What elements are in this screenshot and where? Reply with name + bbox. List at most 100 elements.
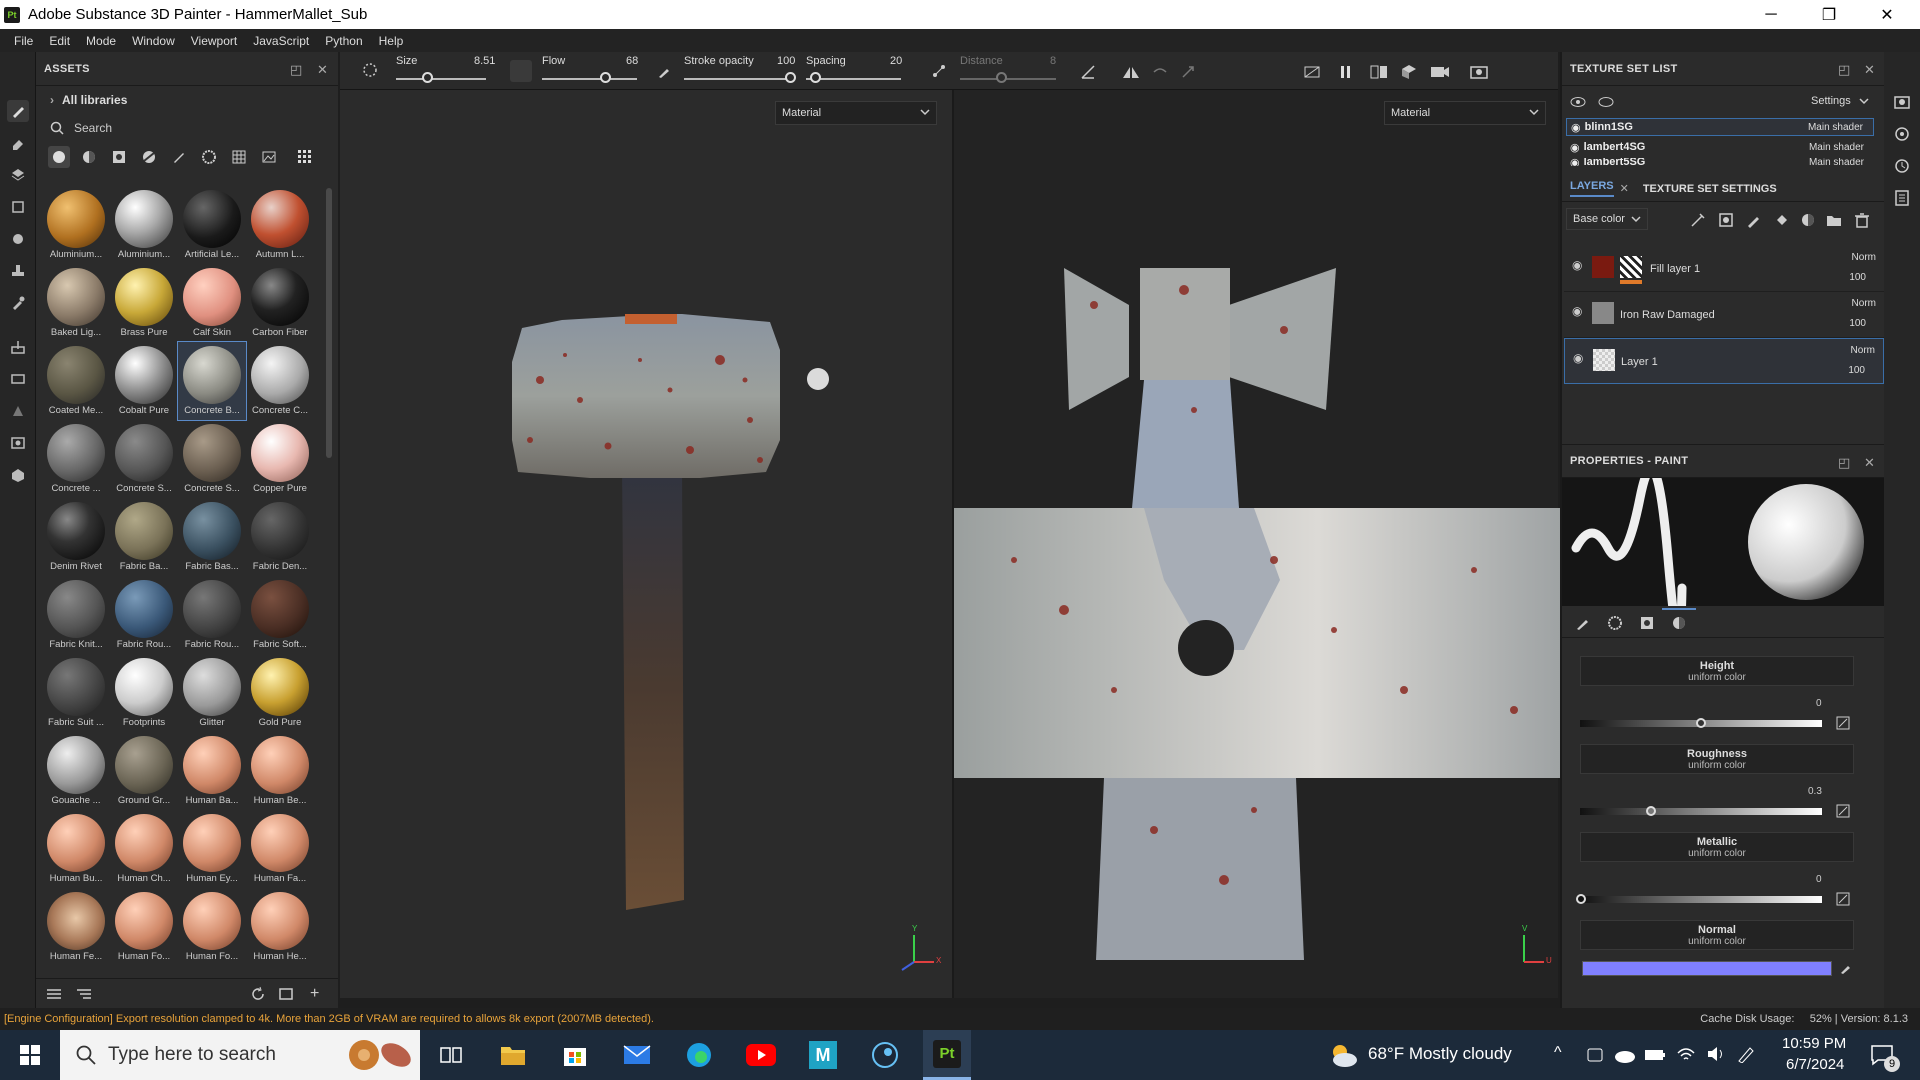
layer-row[interactable]: ◉ Fill layer 1 Norm 100 <box>1564 246 1884 292</box>
taskbar-search[interactable]: Type here to search <box>60 1030 420 1080</box>
import-icon[interactable] <box>278 986 294 1002</box>
material-tile[interactable]: Cobalt Pure <box>110 342 178 420</box>
search-input[interactable]: Search <box>74 121 112 135</box>
environments-filter-icon[interactable] <box>258 146 280 168</box>
metallic-value[interactable]: 0 <box>1816 874 1822 885</box>
add-fill-layer-icon[interactable] <box>1774 212 1790 228</box>
close-panel-icon[interactable]: ✕ <box>1864 455 1875 471</box>
material-tile[interactable]: Aluminium... <box>42 186 110 264</box>
material-tile[interactable]: Fabric Soft... <box>246 576 314 654</box>
material-tile[interactable]: Aluminium... <box>110 186 178 264</box>
material-tile[interactable]: Copper Pure <box>246 420 314 498</box>
refresh-icon[interactable] <box>250 986 266 1002</box>
material-tile[interactable]: Human Be... <box>246 732 314 810</box>
materials-filter-icon[interactable] <box>48 146 70 168</box>
material-tile[interactable]: Concrete B... <box>177 341 247 421</box>
viewport-3d[interactable]: Material Y X <box>340 90 952 998</box>
screenshot-icon[interactable] <box>1470 64 1488 80</box>
pen-pressure-flow-icon[interactable] <box>658 66 670 78</box>
substance-painter-taskbar-icon[interactable]: Pt <box>923 1030 971 1080</box>
layer-blend-mode[interactable]: Norm <box>1852 252 1876 263</box>
material-tile[interactable]: Glitter <box>178 654 246 732</box>
spacing-value[interactable]: 20 <box>890 55 902 67</box>
clock-date[interactable]: 6/7/2024 <box>1786 1056 1844 1073</box>
edge-browser-icon[interactable] <box>675 1030 723 1080</box>
material-tile[interactable]: Human Fo... <box>178 888 246 966</box>
alignment-icon[interactable] <box>1080 64 1096 80</box>
material-tile[interactable]: Gouache ... <box>42 732 110 810</box>
channel-dropdown[interactable]: Base color <box>1566 208 1648 230</box>
layer-blend-mode[interactable]: Norm <box>1852 298 1876 309</box>
undock-icon[interactable]: ◰ <box>1838 62 1851 78</box>
layer-name[interactable]: Iron Raw Damaged <box>1620 309 1715 321</box>
windows-start-icon[interactable] <box>20 1045 40 1065</box>
material-tile[interactable]: Fabric Den... <box>246 498 314 576</box>
steam-icon[interactable] <box>861 1030 909 1080</box>
material-tile[interactable]: Human Ba... <box>178 732 246 810</box>
add-mask-icon[interactable] <box>1718 212 1734 228</box>
task-view-icon[interactable] <box>440 1045 462 1065</box>
transform-icon[interactable] <box>1180 64 1196 80</box>
menu-python[interactable]: Python <box>325 34 362 48</box>
smudge-icon[interactable] <box>7 228 29 250</box>
layer-row[interactable]: ◉ Iron Raw Damaged Norm 100 <box>1564 292 1884 338</box>
clone-stamp-icon[interactable] <box>7 260 29 282</box>
texture-set-row[interactable]: ◉ blinn1SG Main shader <box>1566 118 1874 136</box>
menu-mode[interactable]: Mode <box>86 34 116 48</box>
texture-set-shader[interactable]: Main shader <box>1809 142 1864 153</box>
search-field[interactable]: Search <box>36 114 338 142</box>
material-tile[interactable]: Brass Pure <box>110 264 178 342</box>
volume-icon[interactable] <box>1706 1045 1726 1063</box>
assets-scrollbar[interactable] <box>326 188 332 458</box>
menu-help[interactable]: Help <box>379 34 404 48</box>
show-hidden-icons[interactable]: ^ <box>1554 1044 1562 1062</box>
brushes-filter-icon[interactable] <box>168 146 190 168</box>
file-explorer-icon[interactable] <box>489 1030 537 1080</box>
layer-opacity[interactable]: 100 <box>1849 272 1866 283</box>
log-icon[interactable] <box>1894 190 1910 206</box>
layer-name[interactable]: Fill layer 1 <box>1650 263 1700 275</box>
pen-pressure-size-icon[interactable] <box>510 60 532 82</box>
material-tile[interactable]: Footprints <box>110 654 178 732</box>
add-effect-icon[interactable] <box>1690 212 1706 228</box>
eye-outline-icon[interactable] <box>1598 96 1614 108</box>
size-slider-knob[interactable] <box>422 72 433 83</box>
lazy-mouse-icon[interactable] <box>932 64 946 78</box>
maximize-button[interactable]: ❐ <box>1800 0 1858 29</box>
hammer-model[interactable] <box>340 90 952 998</box>
projection-icon[interactable] <box>7 164 29 186</box>
color-picker-icon[interactable] <box>7 292 29 314</box>
brush-shape-icon[interactable] <box>362 62 378 78</box>
size-value[interactable]: 8.51 <box>474 55 495 67</box>
pause-icon[interactable] <box>1340 65 1352 79</box>
camera-icon[interactable] <box>1430 64 1450 80</box>
material-tile[interactable]: Fabric Bas... <box>178 498 246 576</box>
shelf-icon[interactable] <box>7 368 29 390</box>
split-view-icon[interactable] <box>1370 64 1388 80</box>
material-tile[interactable]: Coated Me... <box>42 342 110 420</box>
tab-texture-set-settings[interactable]: TEXTURE SET SETTINGS <box>1643 183 1777 195</box>
roughness-value[interactable]: 0.3 <box>1808 786 1822 797</box>
menu-window[interactable]: Window <box>132 34 175 48</box>
material-tile[interactable]: Gold Pure <box>246 654 314 732</box>
layer-mask-thumbnail[interactable] <box>1620 256 1642 278</box>
layer-visibility-icon[interactable]: ◉ <box>1573 351 1583 365</box>
layer-name[interactable]: Layer 1 <box>1621 356 1658 368</box>
material-tile[interactable]: Fabric Ba... <box>110 498 178 576</box>
camera-settings-icon[interactable] <box>7 432 29 454</box>
line-stroke-icon[interactable] <box>1152 64 1168 80</box>
material-tile[interactable]: Human Ey... <box>178 810 246 888</box>
hide-overlay-icon[interactable] <box>1304 64 1320 80</box>
menu-edit[interactable]: Edit <box>49 34 70 48</box>
tab-layers[interactable]: LAYERS <box>1570 180 1614 197</box>
material-tile[interactable]: Carbon Fiber <box>246 264 314 342</box>
uv-texture-map[interactable] <box>954 90 1560 998</box>
close-tab-icon[interactable]: ✕ <box>1620 182 1629 195</box>
menu-file[interactable]: File <box>14 34 33 48</box>
material-tile[interactable]: Human Fa... <box>246 810 314 888</box>
material-tile[interactable]: Fabric Rou... <box>178 576 246 654</box>
stroke-opacity-slider-knob[interactable] <box>785 72 796 83</box>
normal-color-swatch[interactable] <box>1582 961 1832 976</box>
smart-masks-filter-icon[interactable] <box>138 146 160 168</box>
material-tile[interactable]: Concrete S... <box>178 420 246 498</box>
